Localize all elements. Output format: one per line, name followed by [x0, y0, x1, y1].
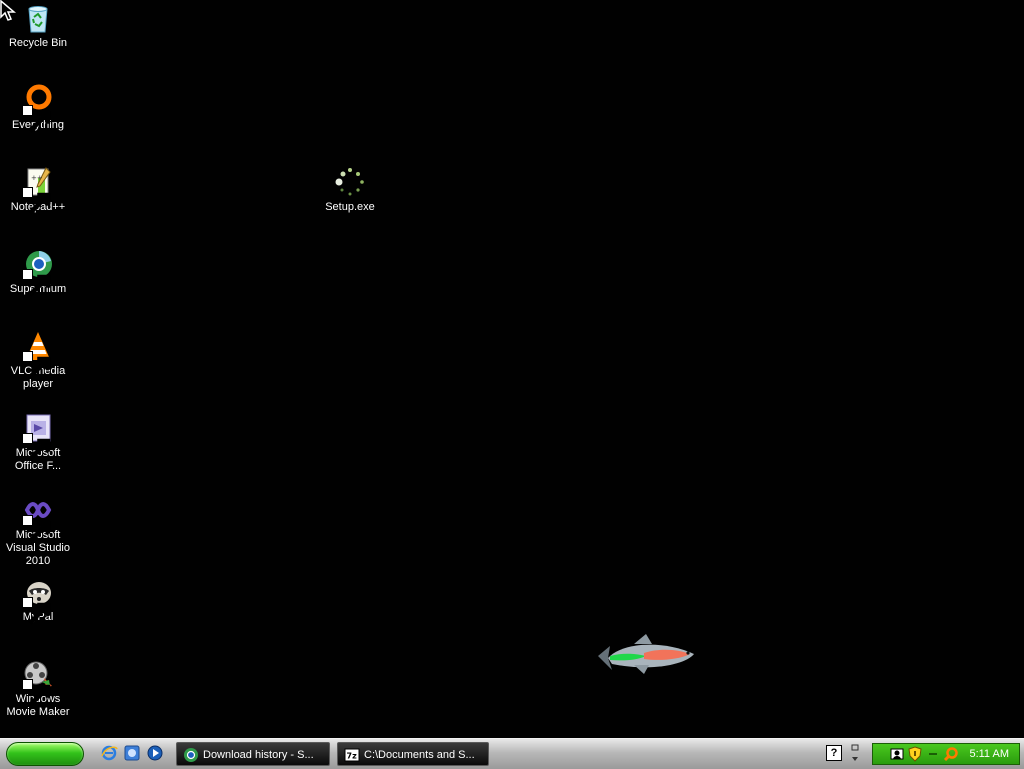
desktop-icon-mypal[interactable]: MyPal [0, 576, 76, 625]
7zip-icon: 7z [344, 747, 360, 763]
visual-studio-icon [22, 494, 54, 543]
taskbar-button-label: Download history - S... [203, 749, 314, 761]
desktop-icon-notepad-plus-plus[interactable]: ++ Notepad++ [0, 166, 76, 215]
start-button[interactable] [6, 742, 84, 766]
desktop-icon-visual-studio[interactable]: Microsoft Visual Studio 2010 [0, 494, 76, 568]
recycle-bin-icon [22, 2, 54, 34]
desktop-icon-microsoft-office[interactable]: Microsoft Office F... [0, 412, 76, 473]
language-bar-options[interactable] [848, 742, 862, 764]
internet-explorer-icon [101, 745, 118, 761]
quick-launch-show-desktop[interactable] [123, 744, 141, 762]
help-button[interactable]: ? [826, 745, 842, 761]
desktop-icon-everything[interactable]: Everything [0, 84, 76, 133]
show-desktop-icon [124, 745, 140, 761]
media-player-icon [147, 745, 163, 761]
desktop: Recycle Bin Everything ++ Notepad++ Supe… [0, 0, 1024, 738]
security-shield-icon[interactable] [907, 746, 923, 762]
shortcut-arrow-icon [22, 679, 51, 707]
quick-launch-internet-explorer[interactable] [100, 744, 118, 762]
fish-image [594, 630, 700, 676]
search-icon[interactable] [943, 746, 959, 762]
taskbar: Download history - S... 7z C:\Documents … [0, 738, 1024, 769]
desktop-icon-windows-movie-maker[interactable]: Windows Movie Maker [0, 658, 76, 719]
taskbar-button-download-history[interactable]: Download history - S... [176, 742, 330, 766]
desktop-icon-label: Setup.exe [325, 201, 375, 213]
shortcut-arrow-icon [22, 187, 51, 215]
taskbar-button-label: C:\Documents and S... [364, 749, 475, 761]
vlc-icon [22, 330, 54, 379]
everything-icon [22, 84, 54, 133]
mypal-icon [22, 576, 54, 625]
svg-text:7z: 7z [347, 752, 358, 761]
supermium-icon [183, 747, 199, 763]
tray-separator-icon [925, 746, 941, 762]
chevron-down-icon [851, 744, 859, 761]
desktop-icon-label: Recycle Bin [8, 37, 68, 49]
desktop-icon-vlc[interactable]: VLC media player [0, 330, 76, 391]
shortcut-arrow-icon [22, 351, 51, 379]
desktop-icon-supermium[interactable]: Supermium [0, 248, 76, 297]
desktop-icon-recycle-bin[interactable]: Recycle Bin [0, 2, 76, 50]
network-user-icon[interactable] [889, 746, 905, 762]
taskbar-button-documents-folder[interactable]: 7z C:\Documents and S... [337, 742, 489, 766]
notepad-plus-plus-icon: ++ [22, 166, 54, 215]
supermium-icon [22, 248, 54, 297]
shortcut-arrow-icon [22, 269, 51, 297]
clock[interactable]: 5:11 AM [969, 744, 1009, 764]
office-icon [22, 412, 54, 461]
shortcut-arrow-icon [22, 105, 51, 133]
shortcut-arrow-icon [22, 597, 51, 625]
movie-maker-icon [22, 658, 54, 707]
system-tray: 5:11 AM [872, 743, 1020, 765]
loading-spinner-icon [334, 166, 366, 198]
quick-launch-media-player[interactable] [146, 744, 164, 762]
shortcut-arrow-icon [22, 515, 51, 543]
svg-text:++: ++ [31, 174, 43, 182]
shortcut-arrow-icon [22, 433, 51, 461]
desktop-icon-setup-exe[interactable]: Setup.exe [312, 166, 388, 214]
